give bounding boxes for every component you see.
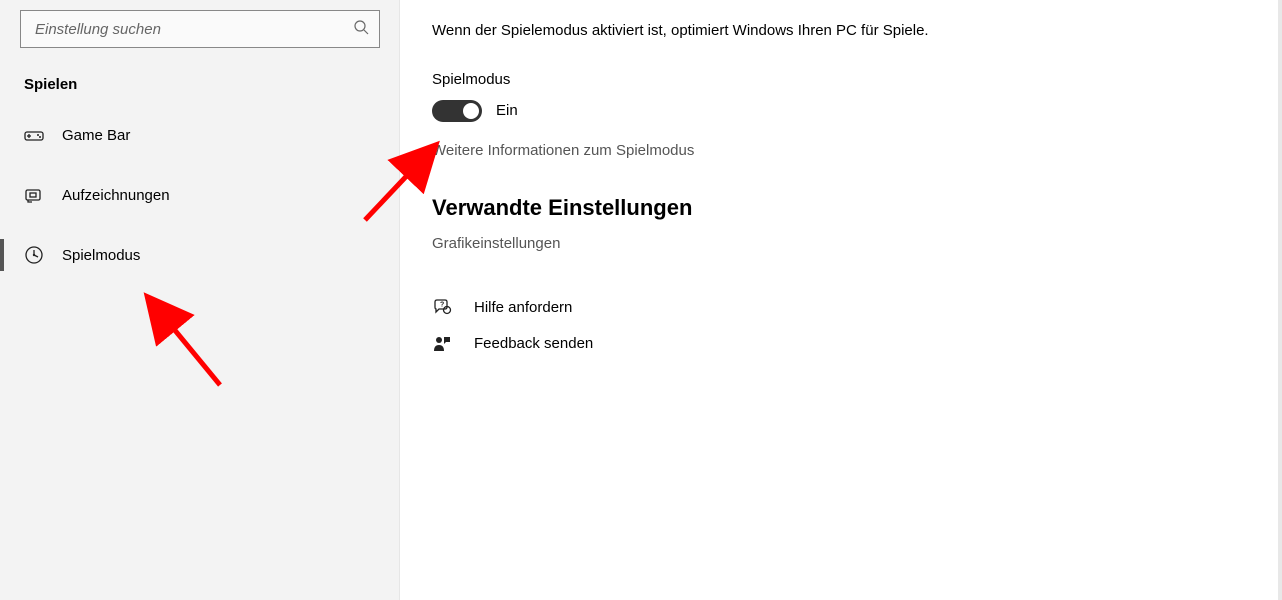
sidebar-item-label: Aufzeichnungen — [62, 187, 170, 204]
help-label: Hilfe anfordern — [474, 299, 572, 316]
sidebar-item-captures[interactable]: Aufzeichnungen — [0, 171, 399, 219]
toggle-state-label: Ein — [496, 102, 518, 119]
game-mode-description: Wenn der Spielemodus aktiviert ist, opti… — [432, 20, 992, 43]
search-input[interactable] — [35, 21, 353, 38]
game-mode-toggle[interactable] — [432, 100, 482, 122]
toggle-row: Ein — [432, 100, 1242, 122]
graphics-settings-link[interactable]: Grafikeinstellungen — [432, 235, 560, 252]
captures-icon — [24, 185, 44, 205]
sidebar-item-label: Spielmodus — [62, 247, 140, 264]
scrollbar-track[interactable] — [1278, 0, 1282, 600]
help-icon: ? — [432, 298, 452, 318]
sidebar-item-game-bar[interactable]: Game Bar — [0, 111, 399, 159]
search-icon — [353, 19, 369, 39]
sidebar-item-game-mode[interactable]: Spielmodus — [0, 231, 399, 279]
give-feedback-link[interactable]: Feedback senden — [432, 334, 1242, 354]
main-content: Wenn der Spielemodus aktiviert ist, opti… — [400, 0, 1282, 600]
more-info-link[interactable]: Weitere Informationen zum Spielmodus — [432, 142, 1242, 159]
related-settings-heading: Verwandte Einstellungen — [432, 195, 1242, 221]
toggle-label: Spielmodus — [432, 71, 1242, 88]
toggle-knob — [463, 103, 479, 119]
get-help-link[interactable]: ? Hilfe anfordern — [432, 298, 1242, 318]
sidebar-item-label: Game Bar — [62, 127, 130, 144]
search-box[interactable] — [20, 10, 380, 48]
search-container — [0, 10, 399, 66]
svg-text:?: ? — [440, 301, 444, 308]
feedback-icon — [432, 334, 452, 354]
feedback-label: Feedback senden — [474, 335, 593, 352]
sidebar-nav: Game Bar Aufzeichnungen Spi — [0, 111, 399, 279]
sidebar: Spielen Game Bar — [0, 0, 400, 600]
game-bar-icon — [24, 125, 44, 145]
game-mode-icon — [24, 245, 44, 265]
category-title: Spielen — [0, 66, 399, 111]
